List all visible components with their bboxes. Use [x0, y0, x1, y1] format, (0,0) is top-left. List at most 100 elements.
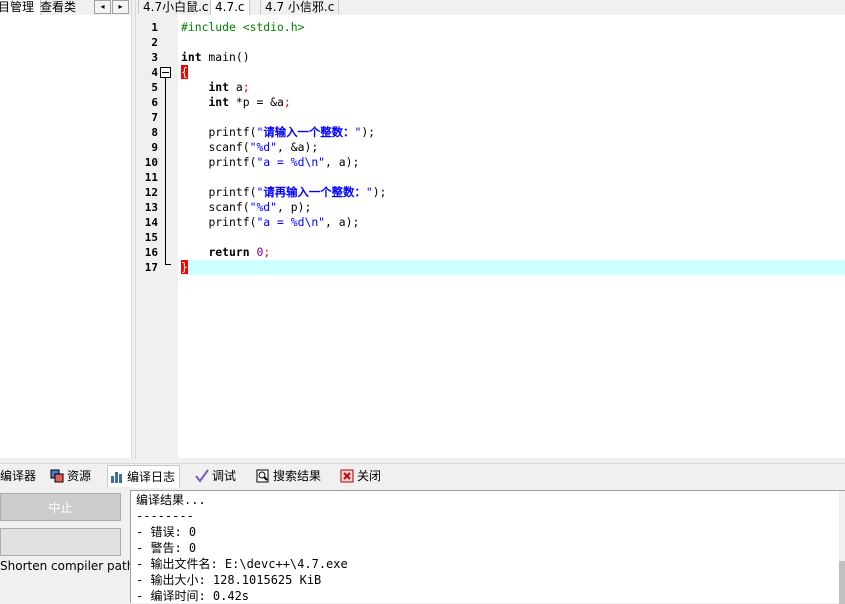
code-text: printf( [208, 125, 257, 139]
code-line[interactable] [181, 110, 845, 125]
editor-tab-bar: 4.7小白鼠.c 4.7.c 4.7 小信邪.c [136, 0, 845, 15]
line-number: 10 [144, 156, 158, 169]
tab-label: 调试 [212, 469, 237, 483]
code-text: , &a); [277, 140, 319, 154]
line-number: 12 [144, 186, 158, 199]
fold-guide-end [165, 264, 171, 265]
line-number: 5 [151, 81, 158, 94]
code-editor[interactable]: 1 2 3 4 5 6 7 8 9 10 11 12 13 14 15 16 17 #include <stdi… [136, 15, 845, 458]
code-line[interactable] [181, 230, 845, 245]
code-text: printf( [208, 185, 257, 199]
compile-log-icon [111, 472, 122, 483]
code-text: , p); [277, 200, 312, 214]
tab-label: 关闭 [357, 469, 382, 483]
tab-debug[interactable]: 调试 [193, 465, 240, 487]
tab-search-results[interactable]: 搜索结果 [254, 465, 325, 487]
code-line[interactable] [181, 170, 845, 185]
code-line[interactable]: #include <stdio.h> [181, 20, 845, 35]
tab-scroll-right-button[interactable]: ▸ [112, 0, 129, 14]
keyword: int [181, 50, 202, 64]
keyword: int [208, 95, 230, 109]
semicolon: ; [242, 80, 250, 94]
string-literal: "a = %d\n" [256, 155, 326, 169]
code-text: , a); [325, 155, 360, 169]
editor-tab[interactable]: 4.7 小信邪.c [260, 0, 340, 14]
fold-collapse-icon[interactable] [160, 67, 171, 78]
line-number: 8 [151, 126, 158, 139]
code-line[interactable]: scanf("%d", p); [181, 200, 845, 215]
string-literal-text: 请再输入一个整数： [263, 185, 366, 199]
tab-scroll-left-button[interactable]: ◂ [94, 0, 111, 14]
code-line[interactable]: printf("a = %d\n", a); [181, 155, 845, 170]
abort-compilation-button[interactable]: 中止 [0, 493, 121, 521]
tab-project-manager[interactable]: 项目管理 [0, 0, 42, 15]
code-text: printf( [208, 155, 257, 169]
code-line[interactable]: printf("a = %d\n", a); [181, 215, 845, 230]
log-line: -------- [136, 509, 194, 523]
string-literal: "a = %d\n" [256, 215, 326, 229]
code-line[interactable]: } [181, 260, 845, 275]
matched-brace: } [181, 260, 188, 274]
code-line[interactable]: int *p = &a; [181, 95, 845, 110]
line-number: 17 [144, 261, 158, 274]
left-panel-tabs: 项目管理 查看类 ◂ ▸ [0, 0, 131, 15]
log-scrollbar-thumb[interactable] [839, 561, 845, 604]
compile-log-output[interactable]: 编译结果... -------- - 错误: 0 - 警告: 0 - 输出文件名: E:… [130, 490, 845, 604]
tab-compile-log[interactable]: 编译日志 [107, 465, 181, 488]
tab-close[interactable]: 关闭 [338, 465, 385, 487]
line-number: 14 [144, 216, 158, 229]
keyword: return [208, 245, 250, 259]
editor-tab-active[interactable]: 4.7.c [210, 0, 250, 15]
line-number: 6 [151, 96, 158, 109]
code-line[interactable]: return 0; [181, 245, 845, 260]
log-line: - 错误: 0 [136, 525, 197, 539]
tab-resources[interactable]: 资源 [48, 465, 95, 487]
tab-label: 搜索结果 [273, 469, 322, 483]
code-text: printf( [208, 215, 257, 229]
line-number: 1 [151, 21, 158, 34]
line-number: 11 [144, 171, 158, 184]
log-line: - 输出大小: 128.1015625 KiB [136, 573, 322, 587]
code-text: scanf( [208, 140, 250, 154]
code-line[interactable] [181, 35, 845, 50]
code-text: scanf( [208, 200, 250, 214]
line-number: 13 [144, 201, 158, 214]
line-number: 9 [151, 141, 158, 154]
keyword: int [208, 80, 230, 94]
editor-tab[interactable]: 4.7小白鼠.c [138, 0, 214, 14]
code-text: ); [361, 125, 376, 139]
tab-compiler[interactable]: 编译器 [0, 465, 40, 487]
search-results-icon [256, 469, 269, 483]
semicolon: ; [263, 245, 271, 259]
log-scrollbar[interactable] [839, 491, 845, 604]
log-line: - 警告: 0 [136, 541, 197, 555]
line-number: 2 [151, 36, 158, 49]
code-text: ); [372, 185, 387, 199]
code-line[interactable]: { [181, 65, 845, 80]
code-line[interactable]: scanf("%d", &a); [181, 140, 845, 155]
code-line[interactable]: printf("请再输入一个整数："); [181, 185, 845, 200]
code-line[interactable]: int a; [181, 80, 845, 95]
code-line[interactable]: printf("请输入一个整数："); [181, 125, 845, 140]
code-text: , a); [325, 215, 360, 229]
shorten-compiler-paths-checkbox[interactable]: Shorten compiler paths [0, 559, 141, 573]
string-literal: "%d" [249, 200, 278, 214]
tab-class-browser[interactable]: 查看类 [38, 0, 78, 14]
log-line: - 编译时间: 0.42s [136, 589, 250, 603]
code-line[interactable]: int main() [181, 50, 845, 65]
line-number: 15 [144, 231, 158, 244]
string-literal-text: 请输入一个整数： [263, 125, 355, 139]
semicolon: ; [283, 95, 291, 109]
line-number: 16 [144, 246, 158, 259]
tab-label: 编译器 [0, 469, 37, 483]
line-number: 3 [151, 51, 158, 64]
matched-brace: { [181, 65, 188, 79]
debug-icon [195, 469, 209, 483]
blank-button[interactable] [0, 528, 121, 556]
